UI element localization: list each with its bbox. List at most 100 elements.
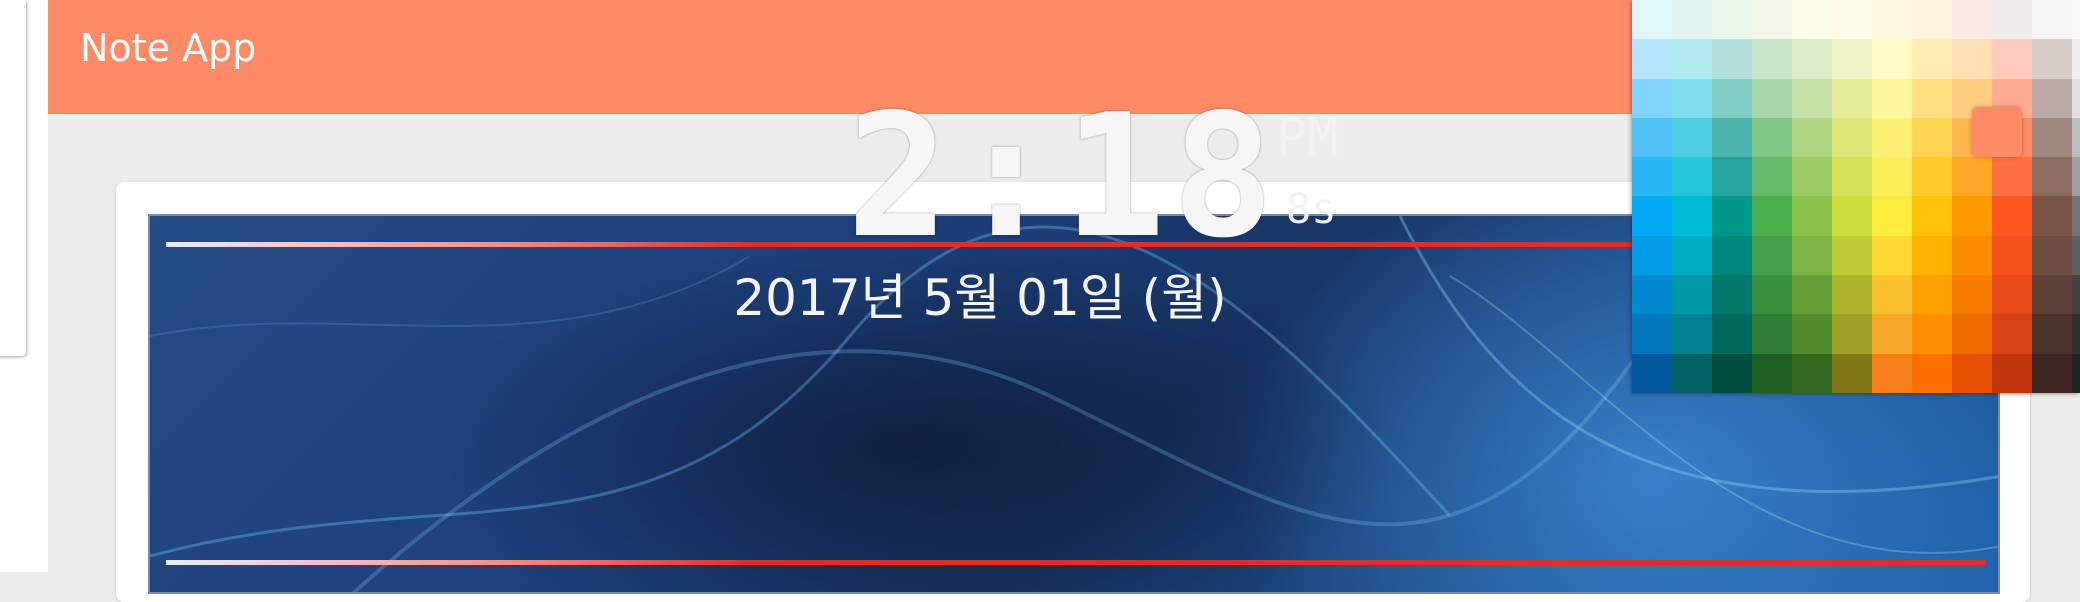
color-swatch[interactable] [1872,0,1912,40]
color-swatch[interactable] [2032,353,2072,393]
color-swatch[interactable] [1912,39,1952,79]
color-swatch[interactable] [1672,0,1712,40]
color-swatch[interactable] [1712,117,1752,158]
color-swatch[interactable] [2072,78,2080,118]
color-swatch[interactable] [1872,235,1912,276]
color-swatch[interactable] [1632,196,1672,236]
color-swatch[interactable] [1872,39,1912,79]
color-swatch[interactable] [1792,157,1832,197]
color-swatch[interactable] [1912,117,1952,158]
color-swatch[interactable] [1872,196,1912,236]
color-swatch[interactable] [1632,275,1672,315]
color-swatch[interactable] [1792,78,1832,118]
color-swatch[interactable] [1912,314,1952,354]
color-swatch[interactable] [1712,314,1752,354]
color-swatch[interactable] [1632,117,1672,158]
color-swatch[interactable] [1712,235,1752,276]
color-swatch[interactable] [1752,235,1792,276]
color-swatch[interactable] [2072,117,2080,158]
color-swatch[interactable] [1792,353,1832,393]
color-swatch[interactable] [1672,275,1712,315]
color-swatch[interactable] [2032,39,2072,79]
color-swatch[interactable] [1832,0,1872,40]
color-swatch[interactable] [1872,117,1912,158]
color-swatch[interactable] [1992,196,2032,236]
color-swatch[interactable] [1792,0,1832,40]
color-swatch[interactable] [1952,157,1992,197]
color-swatch[interactable] [1832,353,1872,393]
color-swatch[interactable] [1672,353,1712,393]
color-swatch[interactable] [1992,353,2032,393]
color-swatch[interactable] [1672,78,1712,118]
color-swatch[interactable] [2072,353,2080,393]
color-swatch[interactable] [1672,196,1712,236]
color-swatch[interactable] [1632,0,1672,40]
color-swatch[interactable] [1912,0,1952,40]
color-swatch[interactable] [1952,39,1992,79]
color-swatch[interactable] [1632,39,1672,79]
color-swatch[interactable] [1952,0,1992,40]
color-swatch[interactable] [2032,235,2072,276]
color-swatch[interactable] [1672,235,1712,276]
color-swatch[interactable] [1752,117,1792,158]
color-swatch[interactable] [1752,0,1792,40]
color-swatch[interactable] [1752,314,1792,354]
color-swatch[interactable] [1872,78,1912,118]
color-swatch[interactable] [1912,275,1952,315]
color-swatch[interactable] [1952,353,1992,393]
color-swatch[interactable] [1912,235,1952,276]
color-swatch[interactable] [1792,235,1832,276]
color-swatch[interactable] [1712,196,1752,236]
color-swatch[interactable] [1952,275,1992,315]
color-swatch[interactable] [2072,275,2080,315]
color-swatch[interactable] [1832,196,1872,236]
color-swatch[interactable] [1992,275,2032,315]
color-swatch[interactable] [1752,353,1792,393]
color-swatch[interactable] [1992,157,2032,197]
color-swatch[interactable] [1632,78,1672,118]
color-swatch[interactable] [1672,117,1712,158]
color-swatch[interactable] [1912,196,1952,236]
color-swatch[interactable] [1832,78,1872,118]
selected-color-swatch[interactable] [1972,107,2022,157]
color-swatch[interactable] [1872,157,1912,197]
color-swatch[interactable] [1952,235,1992,276]
color-swatch[interactable] [1632,314,1672,354]
color-swatch[interactable] [1832,275,1872,315]
color-swatch[interactable] [1712,275,1752,315]
color-swatch[interactable] [2032,157,2072,197]
color-swatch[interactable] [1752,196,1792,236]
color-swatch[interactable] [1792,117,1832,158]
color-swatch[interactable] [2032,196,2072,236]
color-swatch[interactable] [1912,78,1952,118]
color-swatch[interactable] [1832,157,1872,197]
color-swatch[interactable] [1832,314,1872,354]
color-swatch[interactable] [1832,117,1872,158]
color-swatch[interactable] [1752,275,1792,315]
color-swatch[interactable] [1672,314,1712,354]
color-swatch[interactable] [1792,196,1832,236]
color-swatch[interactable] [1792,314,1832,354]
color-swatch[interactable] [1712,39,1752,79]
color-swatch[interactable] [1712,0,1752,40]
color-swatch[interactable] [2072,196,2080,236]
color-swatch[interactable] [1632,353,1672,393]
color-swatch[interactable] [1632,235,1672,276]
color-swatch[interactable] [2032,0,2072,40]
color-swatch[interactable] [1912,353,1952,393]
color-swatch[interactable] [1752,78,1792,118]
color-swatch[interactable] [1672,157,1712,197]
color-swatch[interactable] [2072,157,2080,197]
color-palette-picker[interactable] [1632,0,2080,393]
color-swatch[interactable] [1752,39,1792,79]
color-swatch[interactable] [1632,157,1672,197]
color-swatch[interactable] [1712,353,1752,393]
color-swatch[interactable] [1832,235,1872,276]
color-swatch[interactable] [1952,314,1992,354]
color-swatch[interactable] [1992,39,2032,79]
color-swatch[interactable] [2032,314,2072,354]
color-swatch[interactable] [1912,157,1952,197]
color-swatch[interactable] [1832,39,1872,79]
color-swatch[interactable] [1992,0,2032,40]
color-swatch[interactable] [2072,39,2080,79]
